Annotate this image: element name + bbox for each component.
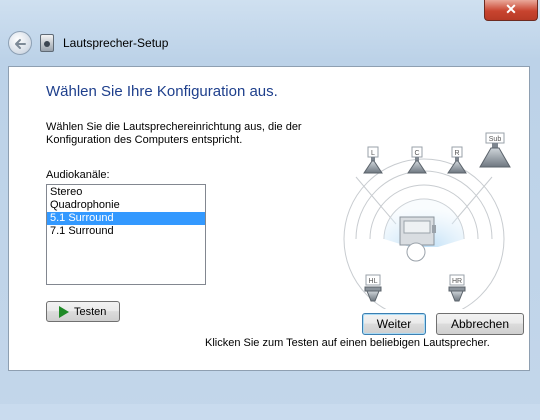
- back-button[interactable]: [8, 31, 32, 55]
- rear-right-label: HR: [452, 278, 462, 285]
- rear-right-speaker[interactable]: HR: [448, 274, 466, 302]
- listener-icon: [399, 216, 436, 262]
- audio-channels-list[interactable]: Stereo Quadrophonie 5.1 Surround 7.1 Sur…: [46, 184, 206, 285]
- list-item-7-1-surround[interactable]: 7.1 Surround: [47, 225, 205, 238]
- front-left-speaker[interactable]: L: [363, 146, 383, 174]
- back-arrow-icon: [15, 39, 26, 49]
- window-bottom-edge: [0, 404, 540, 420]
- close-button[interactable]: ✕: [484, 0, 538, 21]
- play-icon: [59, 306, 69, 318]
- list-item-5-1-surround[interactable]: 5.1 Surround: [47, 212, 205, 225]
- speaker-diagram: L C R Sub HL HR: [343, 132, 511, 309]
- cancel-button[interactable]: Abbrechen: [436, 313, 524, 335]
- front-left-label: L: [371, 150, 375, 157]
- audio-channels-label: Audiokanäle:: [46, 169, 110, 181]
- rear-left-speaker[interactable]: HL: [364, 274, 382, 302]
- page-description: Wählen Sie die Lautsprechereinrichtung a…: [46, 121, 302, 146]
- subwoofer-speaker[interactable]: Sub: [479, 132, 511, 168]
- test-button[interactable]: Testen: [46, 301, 120, 322]
- list-item-quadrophonie[interactable]: Quadrophonie: [47, 199, 205, 212]
- test-button-label: Testen: [74, 306, 107, 318]
- list-item-stereo[interactable]: Stereo: [47, 186, 205, 199]
- background-window: [110, 0, 490, 62]
- front-right-label: R: [454, 150, 459, 157]
- subwoofer-label: Sub: [489, 136, 502, 143]
- center-label: C: [414, 150, 419, 157]
- next-button[interactable]: Weiter: [362, 313, 426, 335]
- rear-left-label: HL: [369, 278, 378, 285]
- front-right-speaker[interactable]: R: [447, 146, 467, 174]
- speaker-test-hint: Klicken Sie zum Testen auf einen beliebi…: [205, 337, 490, 349]
- page-heading: Wählen Sie Ihre Konfiguration aus.: [46, 83, 278, 100]
- window-title: Lautsprecher-Setup: [63, 36, 169, 50]
- speaker-app-icon: [40, 34, 54, 52]
